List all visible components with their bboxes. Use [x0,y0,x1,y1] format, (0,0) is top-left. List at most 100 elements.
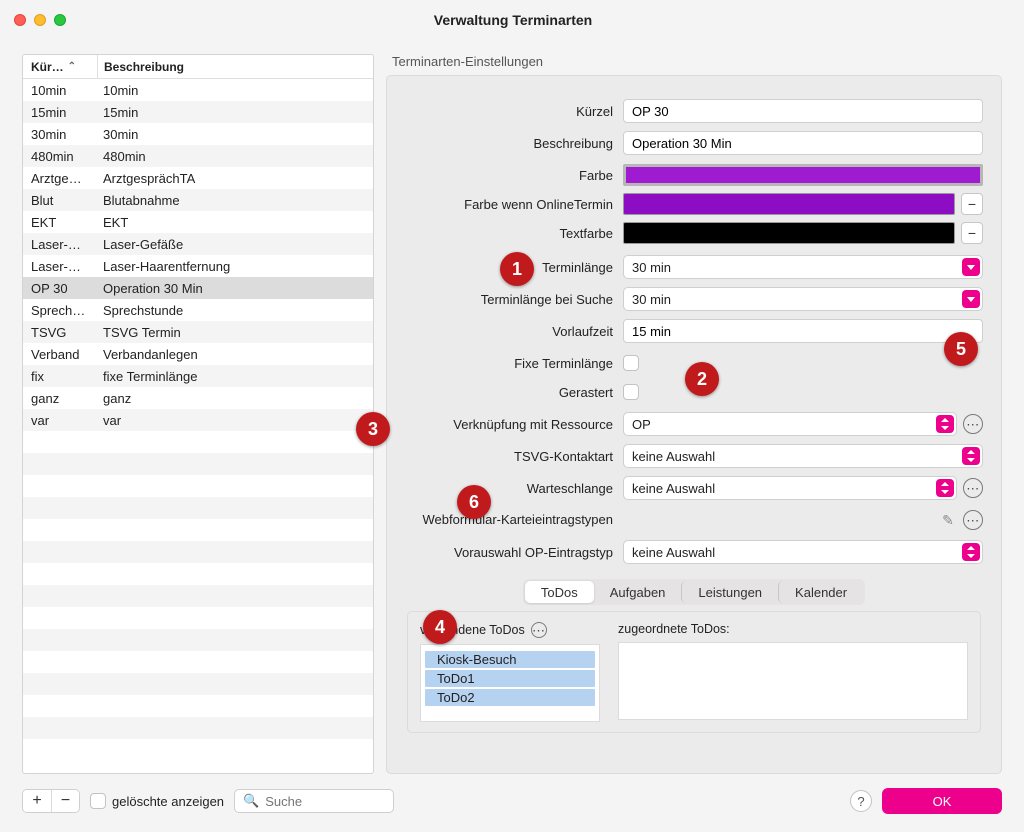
table-row[interactable] [23,497,373,519]
table-row[interactable] [23,519,373,541]
warteschlange-more-button[interactable] [963,478,983,498]
available-todos-more-button[interactable] [531,622,547,638]
table-row[interactable]: 480min480min [23,145,373,167]
chevron-down-icon [962,258,980,276]
assigned-todos-title: zugeordnete ToDos: [618,622,968,636]
tsvg-select[interactable]: keine Auswahl [623,444,983,468]
warteschlange-select[interactable]: keine Auswahl [623,476,957,500]
tab-aufgaben[interactable]: Aufgaben [594,581,682,603]
settings-groupbox: Kürzel Beschreibung Farbe Farbe wenn Onl… [386,75,1002,774]
label-kuerzel: Kürzel [405,104,623,119]
farbe-online-colorwell[interactable] [623,193,955,215]
ok-button[interactable]: OK [882,788,1002,814]
tabs: ToDosAufgabenLeistungenKalender [523,579,865,605]
table-row[interactable]: Laser-…Laser-Gefäße [23,233,373,255]
table-row[interactable]: Arztge…ArztgesprächTA [23,167,373,189]
table-row[interactable]: BlutBlutabnahme [23,189,373,211]
farbe-colorwell[interactable] [623,164,983,186]
label-terminlaenge-suche: Terminlänge bei Suche [405,292,623,307]
annotation-badge-1: 1 [500,252,534,286]
table-row[interactable] [23,717,373,739]
vorauswahl-op-select[interactable]: keine Auswahl [623,540,983,564]
table-row[interactable]: fixfixe Terminlänge [23,365,373,387]
remove-button[interactable]: − [51,790,79,812]
annotation-badge-5: 5 [944,332,978,366]
column-header-beschreibung[interactable]: Beschreibung [97,55,373,78]
table-row[interactable] [23,651,373,673]
tab-kalender[interactable]: Kalender [778,581,863,603]
vorlaufzeit-field[interactable] [623,319,983,343]
table-row[interactable]: OP 30Operation 30 Min [23,277,373,299]
tab-todos[interactable]: ToDos [525,581,594,603]
pencil-icon[interactable]: ✎ [939,511,957,529]
titlebar: Verwaltung Terminarten [0,0,1024,40]
table-row[interactable] [23,673,373,695]
label-vorlaufzeit: Vorlaufzeit [405,324,623,339]
tab-content-todos: vorhandene ToDos Kiosk-BesuchToDo1ToDo2 … [407,611,981,733]
ressource-select[interactable]: OP [623,412,957,436]
list-item[interactable]: ToDo2 [425,689,595,706]
gerastert-checkbox[interactable] [623,384,639,400]
label-textfarbe: Textfarbe [405,226,623,241]
table-row[interactable]: varvar [23,409,373,431]
table-row[interactable] [23,695,373,717]
label-vorauswahl-op: Vorauswahl OP-Eintragstyp [405,545,623,560]
sort-asc-icon: ⌃ [68,61,76,72]
clear-farbe-online-button[interactable]: − [961,193,983,215]
label-beschreibung: Beschreibung [405,136,623,151]
table-row[interactable]: ganzganz [23,387,373,409]
label-farbe: Farbe [405,168,623,183]
tab-leistungen[interactable]: Leistungen [681,581,778,603]
table-row[interactable]: 10min10min [23,79,373,101]
updown-icon [962,543,980,561]
clear-textfarbe-button[interactable]: − [961,222,983,244]
window-title: Verwaltung Terminarten [16,12,1010,28]
label-warteschlange: Warteschlange [405,481,623,496]
ressource-more-button[interactable] [963,414,983,434]
chevron-down-icon [962,290,980,308]
search-icon: 🔍 [243,793,259,809]
table-row[interactable] [23,541,373,563]
annotation-badge-4: 4 [423,610,457,644]
fixe-laenge-checkbox[interactable] [623,355,639,371]
help-button[interactable]: ? [850,790,872,812]
table-row[interactable]: Laser-…Laser-Haarentfernung [23,255,373,277]
label-gerastert: Gerastert [405,385,623,400]
updown-icon [936,479,954,497]
table-row[interactable] [23,453,373,475]
search-input[interactable] [263,793,443,810]
add-remove-buttons: + − [22,789,80,813]
kuerzel-field[interactable] [623,99,983,123]
add-button[interactable]: + [23,790,51,812]
terminlaenge-suche-select[interactable]: 30 min [623,287,983,311]
terminlaenge-select[interactable]: 30 min [623,255,983,279]
annotation-badge-3: 3 [356,412,390,446]
label-farbe-online: Farbe wenn OnlineTermin [405,197,623,212]
table-row[interactable] [23,475,373,497]
table-row[interactable]: EKTEKT [23,211,373,233]
table-row[interactable]: VerbandVerbandanlegen [23,343,373,365]
table-row[interactable]: 15min15min [23,101,373,123]
table-row[interactable] [23,563,373,585]
list-item[interactable]: Kiosk-Besuch [425,651,595,668]
label-tsvg: TSVG-Kontaktart [405,449,623,464]
textfarbe-colorwell[interactable] [623,222,955,244]
updown-icon [936,415,954,433]
table-row[interactable]: TSVGTSVG Termin [23,321,373,343]
list-item[interactable]: ToDo1 [425,670,595,687]
table-row[interactable] [23,607,373,629]
table-row[interactable] [23,629,373,651]
show-deleted-checkbox[interactable] [90,793,106,809]
assigned-todos-list[interactable] [618,642,968,720]
table-row[interactable]: Sprech…Sprechstunde [23,299,373,321]
table-row[interactable] [23,585,373,607]
table-row[interactable]: 30min30min [23,123,373,145]
table-row[interactable] [23,431,373,453]
terminarten-table: Kür… ⌃ Beschreibung 10min10min15min15min… [22,54,374,774]
available-todos-list: Kiosk-Besuch ToDo1 ToDo2 [420,644,600,722]
column-header-kuerzel[interactable]: Kür… ⌃ [23,60,97,74]
label-ressource: Verknüpfung mit Ressource [405,417,623,432]
beschreibung-field[interactable] [623,131,983,155]
settings-group-title: Terminarten-Einstellungen [386,54,1002,75]
webform-more-button[interactable] [963,510,983,530]
